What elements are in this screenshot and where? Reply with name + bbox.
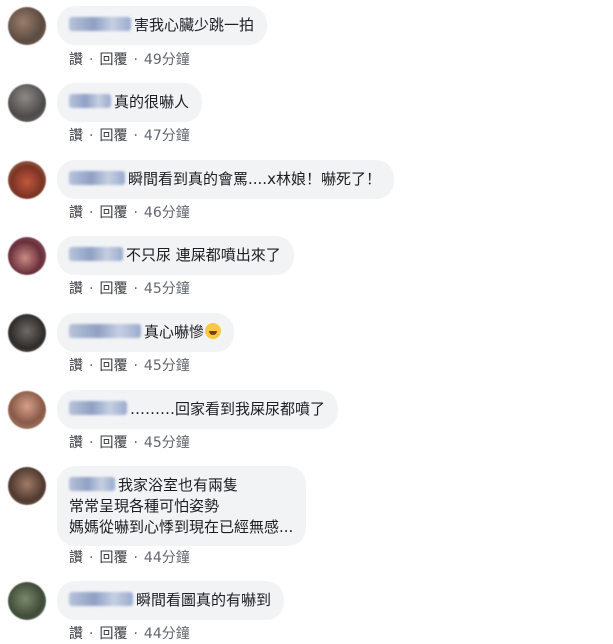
comment-text-line: 常常呈現各種可怕姿勢 (69, 497, 220, 515)
comment-bubble: 我家浴室也有兩隻 常常呈現各種可怕姿勢 媽媽從嚇到心悸到現在已經無感... (57, 466, 307, 546)
like-link[interactable]: 讚 (69, 205, 83, 221)
reply-link[interactable]: 回覆 (99, 52, 127, 68)
reply-link[interactable]: 回覆 (99, 281, 127, 297)
avatar[interactable] (8, 467, 46, 505)
like-link[interactable]: 讚 (69, 626, 83, 642)
commenter-name[interactable] (69, 592, 133, 606)
comment-text: 瞬間看到真的會罵....x林娘！嚇死了！ (128, 170, 381, 188)
comment-timestamp[interactable]: 45分鐘 (144, 435, 190, 451)
comment-actions: 讚 · 回覆 · 46分鐘 (69, 205, 190, 221)
commenter-name[interactable] (69, 247, 123, 261)
comment-timestamp[interactable]: 46分鐘 (144, 205, 190, 221)
reply-link[interactable]: 回覆 (99, 550, 127, 566)
avatar[interactable] (8, 161, 46, 199)
reply-link[interactable]: 回覆 (99, 626, 127, 642)
comment-actions: 讚 · 回覆 · 44分鐘 (69, 626, 190, 642)
comment-text-line: 媽媽從嚇到心悸到現在已經無感... (69, 518, 294, 536)
avatar[interactable] (8, 314, 46, 352)
comment-bubble: 不只尿 連屎都噴出來了 (57, 236, 294, 275)
avatar[interactable] (8, 582, 46, 620)
comment-bubble: 真的很嚇人 (57, 83, 203, 122)
rolling-on-floor-laughing-emoji-icon (205, 323, 222, 339)
comment-timestamp[interactable]: 44分鐘 (144, 550, 190, 566)
comment-bubble: 害我心臟少跳一拍 (57, 6, 268, 45)
commenter-name[interactable] (69, 171, 125, 185)
comment-timestamp[interactable]: 45分鐘 (144, 281, 190, 297)
comment-text: 不只尿 連屎都噴出來了 (126, 246, 281, 264)
commenter-name[interactable] (69, 401, 127, 415)
like-link[interactable]: 讚 (69, 358, 83, 374)
avatar[interactable] (8, 84, 46, 122)
comment-actions: 讚 · 回覆 · 44分鐘 (69, 550, 190, 566)
comment-bubble: ………回家看到我屎尿都噴了 (57, 390, 339, 429)
comment-text-line: 我家浴室也有兩隻 (118, 476, 239, 494)
avatar[interactable] (8, 7, 46, 45)
like-link[interactable]: 讚 (69, 52, 83, 68)
comment-text: 瞬間看圖真的有嚇到 (136, 591, 272, 609)
comment-actions: 讚 · 回覆 · 45分鐘 (69, 281, 190, 297)
comment-bubble: 真心嚇慘 (57, 313, 235, 352)
commenter-name[interactable] (69, 324, 141, 338)
comment-text: 害我心臟少跳一拍 (134, 16, 255, 34)
like-link[interactable]: 讚 (69, 435, 83, 451)
comment-text: ………回家看到我屎尿都噴了 (130, 400, 326, 418)
comment-bubble: 瞬間看到真的會罵....x林娘！嚇死了！ (57, 160, 394, 199)
commenter-name[interactable] (69, 477, 115, 491)
like-link[interactable]: 讚 (69, 128, 83, 144)
commenter-name[interactable] (69, 94, 111, 108)
comment-actions: 讚 · 回覆 · 49分鐘 (69, 52, 190, 68)
avatar[interactable] (8, 237, 46, 275)
comment-text: 真的很嚇人 (114, 93, 190, 111)
comment-timestamp[interactable]: 47分鐘 (144, 128, 190, 144)
reply-link[interactable]: 回覆 (99, 358, 127, 374)
commenter-name[interactable] (69, 17, 131, 31)
like-link[interactable]: 讚 (69, 281, 83, 297)
comment-actions: 讚 · 回覆 · 45分鐘 (69, 358, 190, 374)
comment-actions: 讚 · 回覆 · 47分鐘 (69, 128, 190, 144)
comment-text: 真心嚇慘 (144, 323, 205, 341)
comment-timestamp[interactable]: 49分鐘 (144, 52, 190, 68)
reply-link[interactable]: 回覆 (99, 205, 127, 221)
avatar[interactable] (8, 391, 46, 429)
like-link[interactable]: 讚 (69, 550, 83, 566)
comment-actions: 讚 · 回覆 · 45分鐘 (69, 435, 190, 451)
reply-link[interactable]: 回覆 (99, 435, 127, 451)
comment-bubble: 瞬間看圖真的有嚇到 (57, 581, 285, 620)
comment-timestamp[interactable]: 44分鐘 (144, 626, 190, 642)
comment-list: 害我心臟少跳一拍 讚 · 回覆 · 49分鐘 真的很嚇人 讚 · 回覆 · 47分鐘 瞬間看到真… (0, 0, 613, 644)
comment-timestamp[interactable]: 45分鐘 (144, 358, 190, 374)
reply-link[interactable]: 回覆 (99, 128, 127, 144)
